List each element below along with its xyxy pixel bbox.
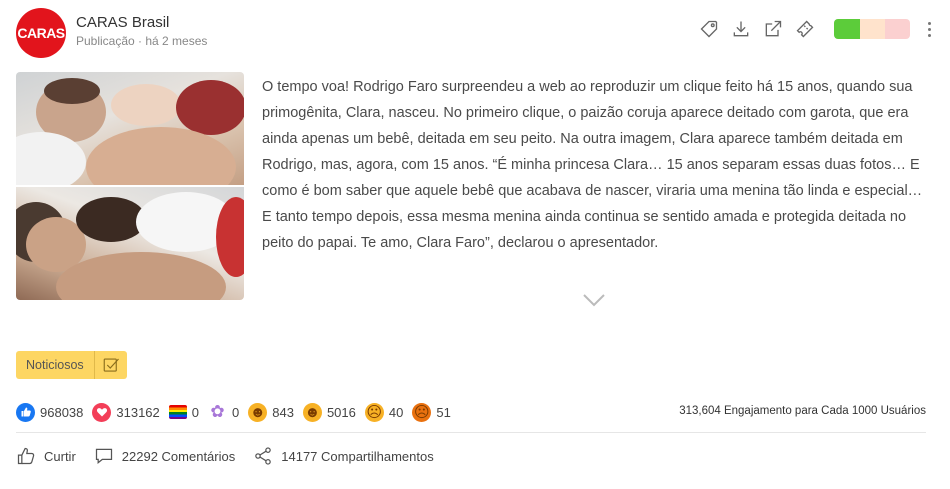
comment-icon [95, 448, 112, 464]
flower-icon: ✿ [210, 402, 225, 421]
reaction-pride[interactable]: 0 [168, 404, 200, 420]
download-icon[interactable] [730, 18, 752, 40]
photo-father-with-baby [16, 72, 244, 185]
page-name[interactable]: CARAS Brasil [76, 14, 169, 31]
post-actions: Curtir 22292 Comentários 14177 Compartil… [16, 444, 452, 468]
checkbox-edit-icon[interactable] [95, 351, 127, 379]
chevron-down-icon[interactable] [582, 292, 606, 308]
engagement-label: Engajamento para Cada 1000 Usuários [723, 405, 926, 417]
sentiment-segment [859, 19, 885, 39]
sentiment-segment [834, 19, 860, 39]
reaction-sad[interactable]: ☹ 40 [364, 402, 404, 422]
external-link-icon[interactable] [762, 18, 784, 40]
reaction-count: 0 [191, 404, 200, 420]
photo-father-with-daughter [16, 187, 244, 300]
reaction-thankful[interactable]: ✿ 0 [208, 402, 240, 422]
divider [16, 432, 926, 433]
reaction-count: 5016 [326, 404, 356, 420]
reaction-count: 313162 [116, 404, 160, 420]
post-toolbar [698, 18, 934, 40]
shares-button[interactable]: 14177 Compartilhamentos [253, 446, 434, 466]
thumbs-up-icon [16, 402, 35, 422]
shares-label: 14177 Compartilhamentos [281, 448, 434, 464]
comments-button[interactable]: 22292 Comentários [94, 446, 235, 466]
share-icon [255, 447, 272, 465]
reaction-love[interactable]: 313162 [92, 402, 160, 422]
laughing-face-icon: ☻ [248, 402, 268, 422]
page-avatar[interactable]: CARAS [16, 8, 66, 58]
sentiment-segment [884, 19, 910, 39]
more-options-icon[interactable] [924, 21, 934, 37]
tag-icon[interactable] [698, 18, 720, 40]
reaction-angry[interactable]: ☹ 51 [412, 402, 451, 422]
category-tag: Noticiosos [16, 351, 127, 379]
reaction-count: 843 [272, 404, 294, 420]
like-label: Curtir [44, 448, 76, 464]
reaction-haha[interactable]: ☻ 843 [248, 402, 294, 422]
surprised-face-icon: ☻ [302, 402, 322, 422]
reaction-like[interactable]: 968038 [16, 402, 84, 422]
reaction-count: 0 [232, 404, 240, 420]
post-header: CARAS CARAS Brasil Publicação · há 2 mes… [16, 8, 934, 58]
heart-icon [92, 402, 112, 422]
rainbow-flag-icon [168, 405, 187, 419]
ticket-icon[interactable] [794, 18, 816, 40]
thumbs-up-outline-icon [17, 447, 35, 465]
reactions-row: 968038 313162 0 ✿ 0 ☻ 843 ☻ 5016 ☹ 40 ☹ 51 [16, 401, 460, 423]
post-meta: Publicação · há 2 meses [76, 34, 208, 48]
like-button[interactable]: Curtir [16, 446, 76, 466]
category-tag-label: Noticiosos [16, 351, 95, 379]
post-image[interactable] [16, 72, 244, 300]
avatar-logo-text: CARAS [17, 25, 65, 41]
reaction-count: 51 [436, 404, 451, 420]
reaction-count: 40 [388, 404, 404, 420]
reaction-count: 968038 [40, 404, 84, 420]
engagement-value: 313,604 [679, 405, 721, 417]
sad-face-icon: ☹ [364, 402, 384, 422]
angry-face-icon: ☹ [412, 402, 432, 422]
reaction-wow[interactable]: ☻ 5016 [302, 402, 356, 422]
engagement-stat: 313,604 Engajamento para Cada 1000 Usuár… [679, 405, 926, 417]
sentiment-bar [834, 19, 910, 39]
post-text: O tempo voa! Rodrigo Faro surpreendeu a … [262, 79, 923, 251]
comments-label: 22292 Comentários [121, 448, 236, 464]
